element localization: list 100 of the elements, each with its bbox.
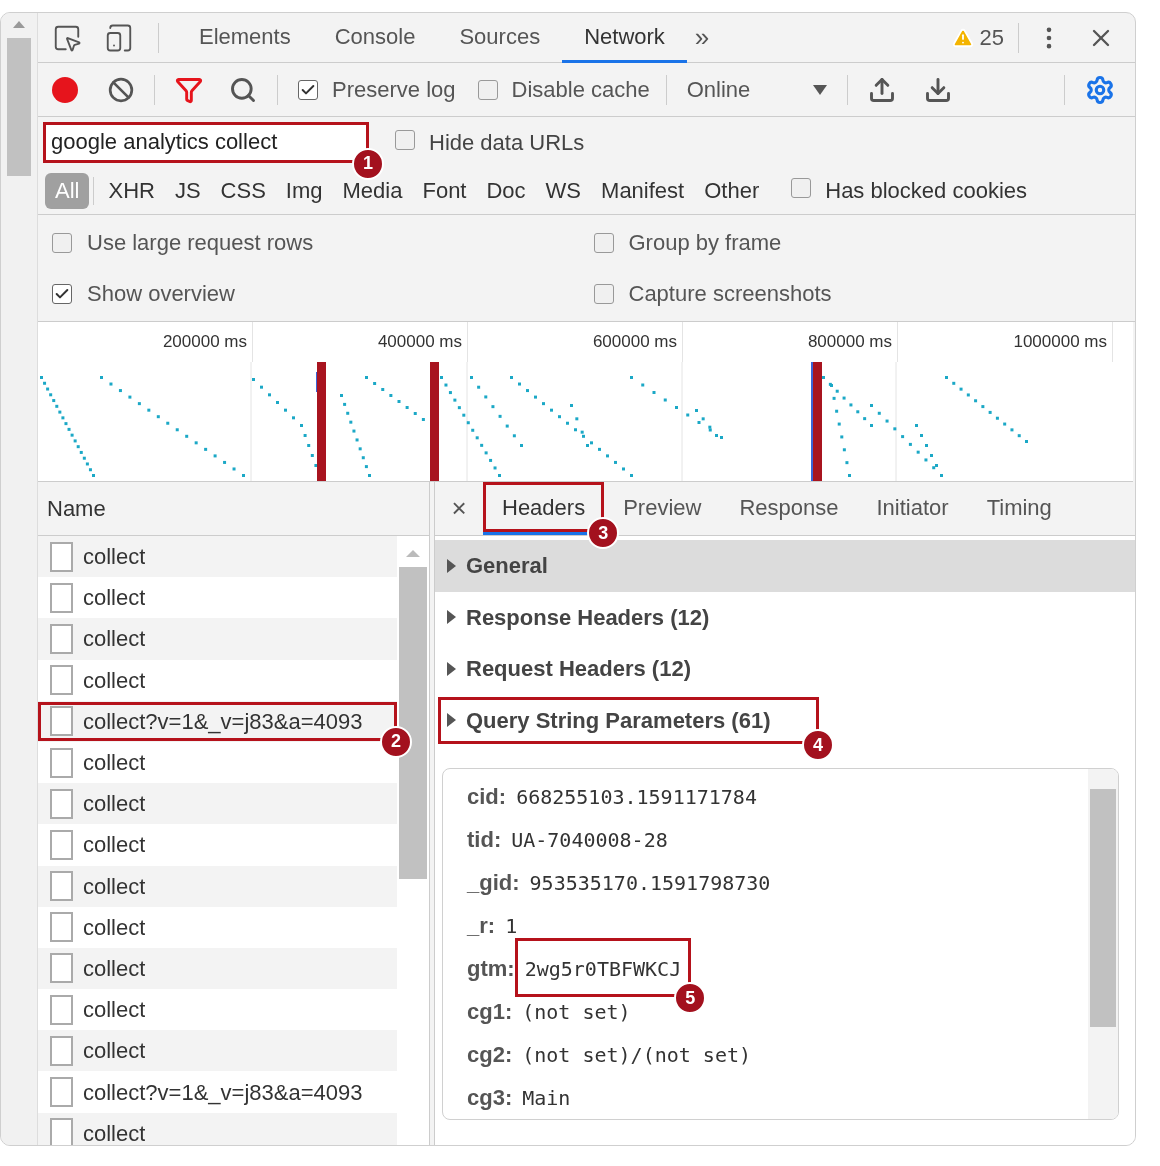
parameter-name: cid: — [467, 783, 507, 811]
file-icon — [50, 665, 73, 696]
column-header[interactable]: Name — [38, 482, 429, 536]
parameter-name: cg2: — [467, 1041, 513, 1069]
time-tick-label: 400000 ms — [377, 331, 462, 354]
file-icon — [50, 829, 73, 860]
parameter-value: 668255103.1591171784 — [516, 785, 757, 809]
throttling-dropdown[interactable]: Online — [686, 73, 827, 106]
callout-badge: 3 — [587, 517, 620, 549]
time-tick-label: 200000 ms — [162, 331, 247, 354]
type-filter-button[interactable]: Other — [694, 172, 770, 209]
panel-tab[interactable]: Sources — [437, 13, 563, 63]
checkbox[interactable] — [298, 79, 318, 100]
scrollbar-thumb[interactable] — [399, 567, 427, 879]
parameter-name: tid: — [467, 826, 502, 854]
file-icon — [50, 788, 73, 819]
page-scrollbar[interactable] — [1, 13, 38, 1145]
parameter-name: _r: — [467, 912, 496, 940]
request-row[interactable]: collect — [38, 1112, 397, 1145]
type-filter-button[interactable]: WS — [535, 172, 592, 209]
file-icon — [50, 747, 73, 778]
checkbox[interactable] — [593, 283, 614, 304]
parameter-value: Main — [522, 1086, 571, 1110]
callout-badge: 1 — [352, 147, 384, 180]
checkbox-label: Preserve log — [332, 76, 456, 104]
expand-arrow-icon — [447, 558, 456, 573]
file-icon — [50, 582, 73, 613]
request-row[interactable]: collect — [38, 1030, 397, 1072]
parameter-value: UA-7040008-28 — [511, 828, 668, 852]
device-toolbar-icon[interactable] — [104, 22, 134, 53]
expand-arrow-icon — [447, 610, 456, 625]
dropdown-arrow-icon — [812, 84, 827, 95]
scroll-up-icon[interactable] — [13, 21, 25, 28]
download-icon[interactable] — [923, 75, 952, 104]
clear-icon[interactable] — [108, 76, 134, 103]
search-icon[interactable] — [229, 75, 257, 104]
parameter-name: cg3: — [467, 1084, 513, 1112]
parameter-name: cg1: — [467, 998, 513, 1026]
expand-arrow-icon — [447, 713, 456, 728]
request-row[interactable]: collect — [38, 947, 397, 990]
details-tab[interactable]: Timing — [967, 482, 1071, 535]
callout-badge: 4 — [802, 729, 834, 761]
filter-icon[interactable] — [175, 75, 203, 104]
settings-icon[interactable] — [1085, 74, 1115, 105]
type-filter-button[interactable]: JS — [164, 172, 211, 209]
file-icon — [50, 953, 73, 984]
checkbox-label: Capture screenshots — [628, 280, 832, 308]
details-tab[interactable]: Response — [720, 482, 858, 535]
scrollbar-thumb[interactable] — [7, 38, 31, 176]
expand-arrow-icon — [447, 661, 456, 676]
checkbox[interactable] — [52, 283, 72, 304]
record-button[interactable] — [52, 76, 78, 103]
parameter-value: 2wg5r0TBFWKCJ — [524, 957, 682, 981]
panel-scrollbar[interactable] — [1088, 769, 1118, 1119]
checkbox-label: Show overview — [87, 280, 235, 308]
time-tick-label: 1000000 ms — [1013, 331, 1107, 354]
type-filter-button[interactable]: Img — [275, 172, 333, 209]
type-filter-button[interactable]: XHR — [98, 172, 165, 209]
file-icon — [50, 912, 73, 943]
checkbox-label: Disable cache — [511, 76, 650, 104]
checkbox[interactable] — [52, 232, 72, 253]
type-filter-button[interactable]: Doc — [476, 172, 536, 209]
panel-tab[interactable]: Network — [562, 13, 687, 63]
checkbox-label: Has blocked cookies — [825, 177, 1028, 205]
file-icon — [50, 1035, 73, 1066]
checkbox[interactable] — [593, 232, 614, 253]
file-icon — [50, 871, 73, 902]
details-tab[interactable]: Initiator — [857, 482, 968, 535]
request-row[interactable]: collect — [38, 783, 397, 825]
checkbox-label: Hide data URLs — [429, 128, 585, 157]
parameter-value: 1 — [505, 914, 518, 938]
warning-count[interactable]: 25 — [979, 21, 1004, 54]
file-icon — [50, 994, 73, 1025]
type-filter-button[interactable]: Manifest — [591, 172, 695, 209]
parameter-name: gtm: — [467, 955, 515, 983]
panel-tab[interactable]: Elements — [177, 13, 313, 63]
close-details-button[interactable]: × — [435, 482, 483, 535]
type-filter-button[interactable]: Font — [412, 172, 477, 209]
time-tick-label: 800000 ms — [807, 331, 892, 354]
request-row[interactable]: collect — [38, 536, 397, 578]
file-icon — [50, 541, 73, 572]
parameter-value: (not set)/(not set) — [522, 1043, 752, 1067]
more-tabs-button[interactable]: » — [694, 18, 710, 57]
checkbox[interactable] — [395, 129, 415, 150]
file-icon — [50, 1077, 73, 1108]
request-row[interactable]: collect — [38, 618, 397, 660]
checkbox[interactable] — [477, 79, 498, 100]
checkbox-label: Use large request rows — [87, 229, 314, 257]
panel-tab[interactable]: Console — [312, 13, 438, 63]
scrollbar-thumb[interactable] — [1090, 789, 1116, 1027]
time-tick-label: 600000 ms — [592, 331, 677, 354]
section-header[interactable]: General — [435, 540, 1135, 592]
request-row[interactable]: collect — [38, 865, 397, 907]
file-icon — [50, 706, 73, 737]
type-filter-button[interactable]: CSS — [210, 172, 276, 209]
file-icon — [50, 623, 73, 654]
checkbox-label: Group by frame — [628, 229, 782, 257]
checkbox[interactable] — [791, 178, 812, 198]
callout-badge: 5 — [674, 982, 707, 1014]
upload-icon[interactable] — [867, 75, 896, 104]
